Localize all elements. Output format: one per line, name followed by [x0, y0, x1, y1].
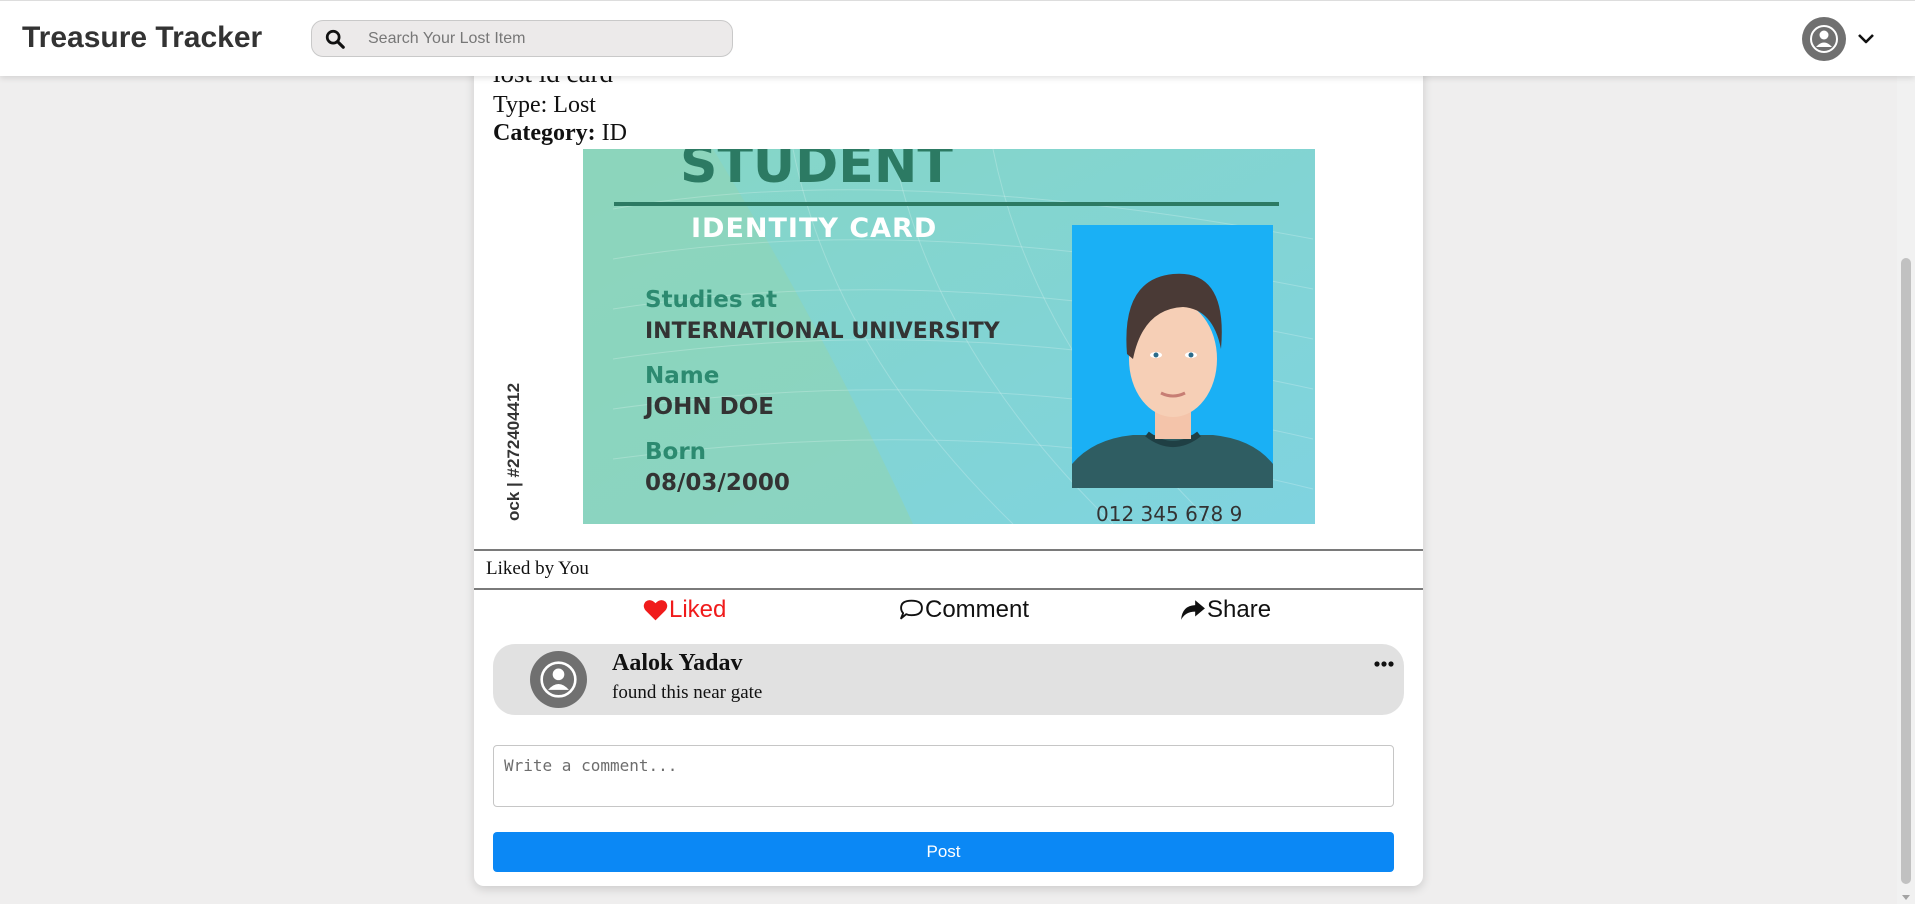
- search-input[interactable]: [368, 27, 718, 51]
- category-value: ID: [595, 120, 627, 146]
- studies-value: INTERNATIONAL UNIVERSITY: [645, 319, 1001, 344]
- share-button[interactable]: Share: [1180, 592, 1271, 628]
- stock-id-text: ock | #272404412: [504, 383, 523, 521]
- search-icon: [325, 29, 345, 49]
- liked-by-text: Liked by You: [486, 558, 589, 579]
- comment-button[interactable]: Comment: [899, 592, 1029, 628]
- chevron-down-icon[interactable]: [1856, 29, 1876, 49]
- post-comment-button[interactable]: Post: [493, 832, 1394, 872]
- user-avatar[interactable]: [1802, 17, 1846, 61]
- post-type: Type: Lost: [493, 92, 596, 118]
- heart-icon: [643, 600, 668, 621]
- user-avatar-icon: [540, 661, 577, 698]
- scroll-down-arrow-icon[interactable]: [1902, 895, 1910, 900]
- post-category: Category: ID: [493, 120, 627, 147]
- top-navbar: Treasure Tracker: [0, 0, 1915, 76]
- scrollbar-thumb[interactable]: [1901, 258, 1911, 884]
- card-subheading: IDENTITY CARD: [691, 213, 937, 244]
- studies-label: Studies at: [645, 287, 777, 313]
- divider: [474, 549, 1423, 551]
- comment-icon: [900, 599, 923, 620]
- comment-input[interactable]: [493, 745, 1394, 807]
- search-bar[interactable]: [311, 20, 733, 57]
- share-label: Share: [1207, 596, 1272, 623]
- like-button[interactable]: Liked: [643, 592, 726, 628]
- comment-label: Comment: [925, 596, 1030, 623]
- divider: [474, 588, 1423, 590]
- name-value: JOHN DOE: [643, 394, 774, 420]
- user-menu[interactable]: [1802, 17, 1878, 61]
- card-heading: STUDENT: [680, 149, 953, 195]
- page-scrollbar[interactable]: [1897, 0, 1915, 904]
- name-label: Name: [645, 363, 719, 389]
- born-value: 08/03/2000: [645, 470, 790, 496]
- comment-item: Aalok Yadav found this near gate: [493, 644, 1404, 715]
- category-label: Category:: [493, 120, 596, 146]
- commenter-avatar[interactable]: [530, 651, 587, 708]
- comment-text: found this near gate: [612, 682, 763, 703]
- id-card-image: ock | #272404412 STUDENT IDENTITY CARD S…: [504, 149, 1404, 524]
- watermark-text: Adobe Stock: [1318, 257, 1404, 373]
- born-label: Born: [645, 439, 706, 465]
- card-number: 012 345 678 9: [1096, 502, 1242, 524]
- post-image[interactable]: ock | #272404412 STUDENT IDENTITY CARD S…: [493, 149, 1404, 524]
- like-label: Liked: [669, 596, 727, 623]
- more-icon[interactable]: [1373, 658, 1395, 670]
- comment-author[interactable]: Aalok Yadav: [612, 650, 742, 677]
- user-avatar-icon: [1810, 25, 1838, 53]
- app-title[interactable]: Treasure Tracker: [22, 21, 262, 55]
- post-card: lost id card Type: Lost Category: ID ock…: [474, 40, 1423, 886]
- share-icon: [1181, 600, 1205, 620]
